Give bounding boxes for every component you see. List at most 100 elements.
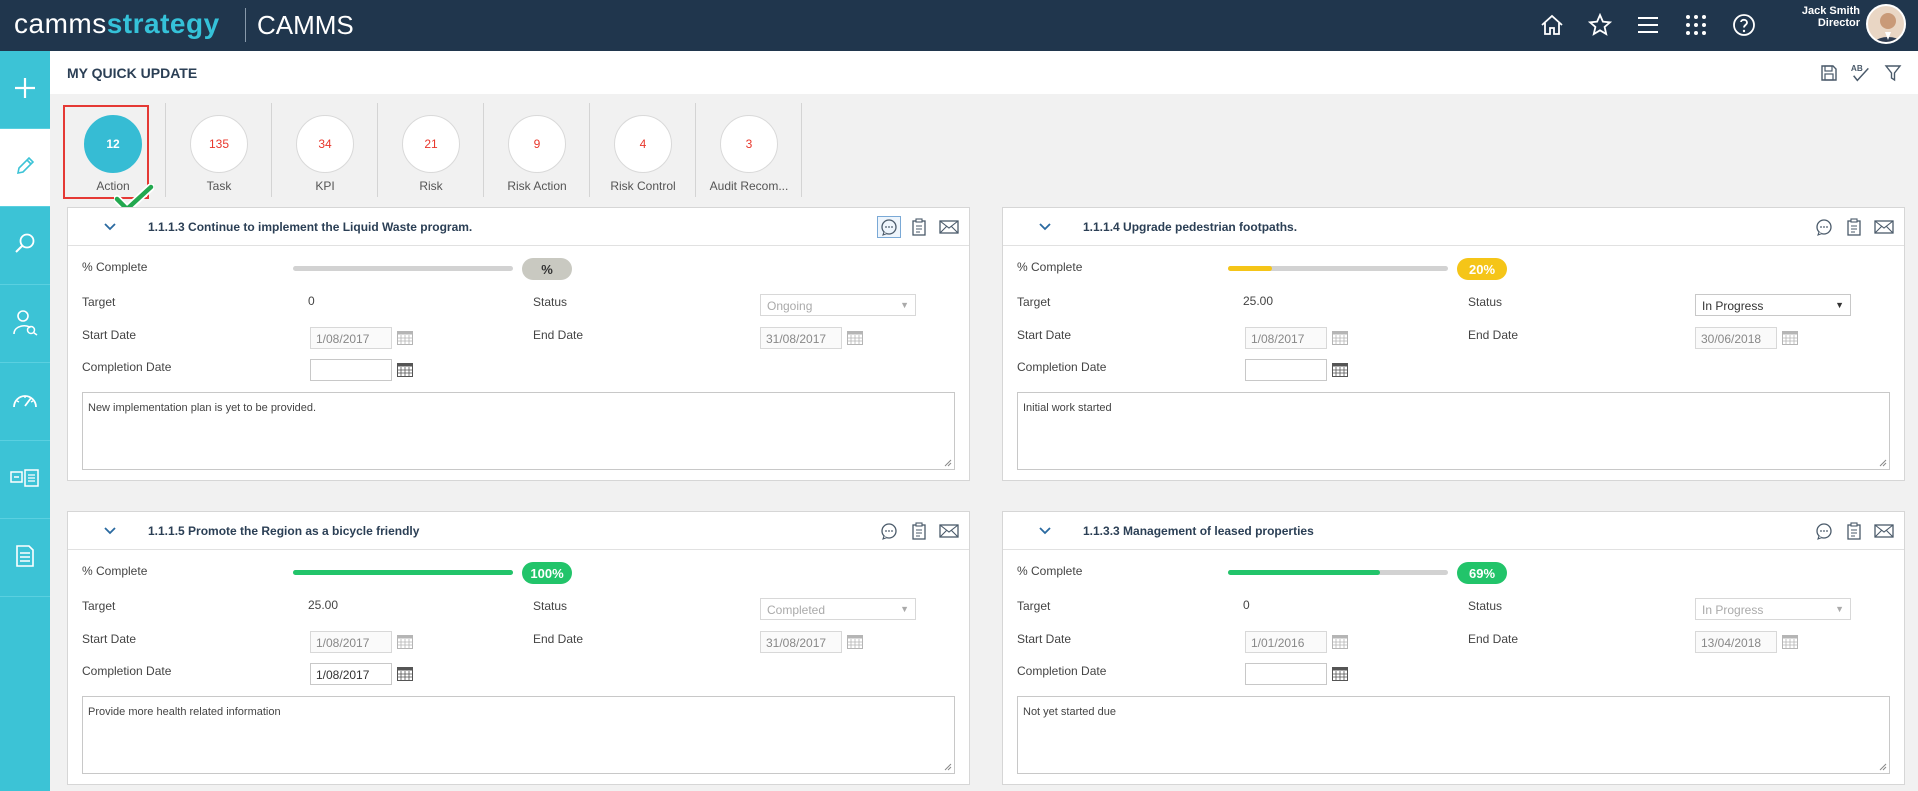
comment-icon[interactable] (877, 520, 901, 542)
end-date-field[interactable]: 31/08/2017 (760, 327, 842, 349)
status-label: Status (533, 599, 568, 613)
tab-risk[interactable]: 21 Risk (378, 103, 484, 197)
star-icon[interactable] (1583, 9, 1617, 41)
start-date-field[interactable]: 1/08/2017 (310, 327, 392, 349)
status-select[interactable]: Completed ▼ (760, 598, 916, 620)
tab-kpi[interactable]: 34 KPI (272, 103, 378, 197)
category-count: 9 (508, 115, 566, 173)
status-select[interactable]: Ongoing ▼ (760, 294, 916, 316)
clipboard-icon[interactable] (1842, 216, 1866, 238)
menu-icon[interactable] (1631, 9, 1665, 41)
clipboard-icon[interactable] (1842, 520, 1866, 542)
end-date-field[interactable]: 30/06/2018 (1695, 327, 1777, 349)
calendar-icon[interactable] (1332, 331, 1348, 345)
chevron-down-icon[interactable] (101, 522, 119, 540)
spellcheck-icon[interactable]: AB (1850, 62, 1872, 84)
chevron-down-icon[interactable] (101, 218, 119, 236)
percent-badge: 100% (522, 562, 572, 584)
start-date-field[interactable]: 1/01/2016 (1245, 631, 1327, 653)
completion-date-field[interactable] (1245, 359, 1327, 381)
calendar-icon[interactable] (397, 331, 413, 345)
end-date-label: End Date (533, 632, 584, 646)
dropdown-arrow-icon: ▼ (900, 300, 909, 310)
card-actions (877, 520, 961, 542)
calendar-icon[interactable] (847, 331, 863, 345)
action-card: 1.1.1.5 Promote the Region as a bicycle … (67, 511, 970, 785)
sidebar-item-search[interactable] (0, 207, 50, 285)
calendar-icon[interactable] (397, 363, 413, 377)
comment-icon[interactable] (1812, 216, 1836, 238)
completion-date-field[interactable] (1245, 663, 1327, 685)
start-date-field[interactable]: 1/08/2017 (310, 631, 392, 653)
target-value: 0 (1243, 598, 1250, 612)
tab-risk-action[interactable]: 9 Risk Action (484, 103, 590, 197)
email-icon[interactable] (1872, 520, 1896, 542)
sidebar-item-documents[interactable] (0, 519, 50, 597)
comment-icon[interactable] (877, 216, 901, 238)
sidebar-item-people[interactable] (0, 285, 50, 363)
calendar-icon[interactable] (397, 667, 413, 681)
progress-bar (293, 570, 513, 575)
calendar-icon[interactable] (397, 635, 413, 649)
calendar-icon[interactable] (1782, 635, 1798, 649)
email-icon[interactable] (937, 216, 961, 238)
user-info[interactable]: Jack Smith Director (1802, 5, 1860, 29)
category-count: 34 (296, 115, 354, 173)
resize-handle-icon[interactable] (1879, 459, 1887, 467)
sidebar-item-quick-update[interactable] (0, 129, 50, 207)
completion-date-field[interactable]: 1/08/2017 (310, 663, 392, 685)
dropdown-arrow-icon: ▼ (900, 604, 909, 614)
completion-date-field[interactable] (310, 359, 392, 381)
tab-risk-control[interactable]: 4 Risk Control (590, 103, 696, 197)
percent-badge: 69% (1457, 562, 1507, 584)
start-date-field[interactable]: 1/08/2017 (1245, 327, 1327, 349)
sidebar-item-reports[interactable] (0, 441, 50, 519)
status-select[interactable]: In Progress ▼ (1695, 598, 1851, 620)
tab-action[interactable]: 12 Action (60, 103, 166, 197)
calendar-icon[interactable] (1782, 331, 1798, 345)
card-actions (1812, 216, 1896, 238)
brand-divider (245, 8, 246, 42)
clipboard-icon[interactable] (907, 216, 931, 238)
notes-textarea[interactable]: Provide more health related information (82, 696, 955, 774)
email-icon[interactable] (1872, 216, 1896, 238)
brand-logo[interactable]: cammsstrategy (14, 8, 220, 40)
notes-textarea[interactable]: Initial work started (1017, 392, 1890, 470)
notes-textarea[interactable]: New implementation plan is yet to be pro… (82, 392, 955, 470)
chevron-down-icon[interactable] (1036, 522, 1054, 540)
save-icon[interactable] (1818, 62, 1840, 84)
progress-bar (293, 266, 513, 271)
notes-textarea[interactable]: Not yet started due (1017, 696, 1890, 774)
calendar-icon[interactable] (1332, 363, 1348, 377)
home-icon[interactable] (1535, 9, 1569, 41)
comment-icon[interactable] (1812, 520, 1836, 542)
category-label: Risk Control (610, 179, 676, 193)
sidebar-item-add[interactable] (0, 51, 50, 129)
tab-task[interactable]: 135 Task (166, 103, 272, 197)
calendar-icon[interactable] (1332, 635, 1348, 649)
end-date-label: End Date (1468, 328, 1519, 342)
sidebar-item-dashboard[interactable] (0, 363, 50, 441)
email-icon[interactable] (937, 520, 961, 542)
completion-date-label: Completion Date (82, 664, 172, 678)
clipboard-icon[interactable] (907, 520, 931, 542)
end-date-field[interactable]: 31/08/2017 (760, 631, 842, 653)
resize-handle-icon[interactable] (944, 763, 952, 771)
resize-handle-icon[interactable] (1879, 763, 1887, 771)
status-select[interactable]: In Progress ▼ (1695, 294, 1851, 316)
calendar-icon[interactable] (1332, 667, 1348, 681)
chevron-down-icon[interactable] (1036, 218, 1054, 236)
calendar-icon[interactable] (847, 635, 863, 649)
category-count: 21 (402, 115, 460, 173)
end-date-label: End Date (533, 328, 584, 342)
complete-label: % Complete (1017, 260, 1083, 274)
apps-grid-icon[interactable] (1679, 9, 1713, 41)
header-tools: AB (1818, 62, 1904, 84)
end-date-field[interactable]: 13/04/2018 (1695, 631, 1777, 653)
resize-handle-icon[interactable] (944, 459, 952, 467)
notes-text: Initial work started (1023, 402, 1112, 414)
help-icon[interactable] (1727, 9, 1761, 41)
filter-icon[interactable] (1882, 62, 1904, 84)
avatar[interactable] (1866, 4, 1906, 44)
tab-audit-recommendation[interactable]: 3 Audit Recom... (696, 103, 802, 197)
